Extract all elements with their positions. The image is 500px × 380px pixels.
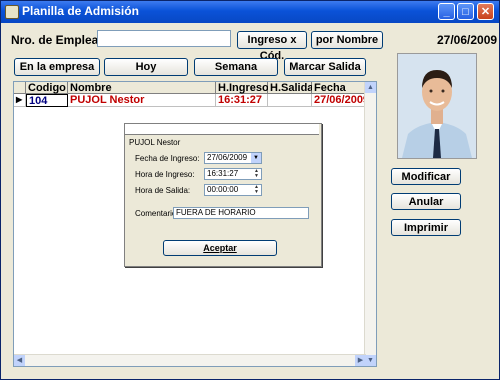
- anular-button[interactable]: Anular: [391, 193, 461, 210]
- scroll-up-icon[interactable]: ▲: [365, 82, 376, 93]
- hora-salida-value: 00:00:00: [207, 185, 239, 194]
- table-cell-h-ingreso[interactable]: 16:31:27: [216, 94, 268, 107]
- edit-entry-dialog: PUJOL Nestor Fecha de Ingreso: 27/06/200…: [124, 123, 322, 267]
- dialog-employee-name: PUJOL Nestor: [129, 138, 181, 147]
- filter-hoy-button[interactable]: Hoy: [104, 58, 188, 76]
- por-nombre-button[interactable]: por Nombre: [311, 31, 383, 49]
- maximize-icon[interactable]: □: [457, 3, 474, 20]
- imprimir-button[interactable]: Imprimir: [391, 219, 461, 236]
- hora-ingreso-field[interactable]: 16:31:27 ▲ ▼: [204, 168, 262, 180]
- column-header-h-ingreso[interactable]: H.Ingreso: [216, 82, 269, 94]
- aceptar-button[interactable]: Aceptar: [163, 240, 277, 256]
- row-selector-header: [14, 82, 26, 94]
- ingreso-por-codigo-button[interactable]: Ingreso x Cód.: [237, 31, 307, 62]
- modificar-button[interactable]: Modificar: [391, 168, 461, 185]
- hora-ingreso-value: 16:31:27: [207, 169, 239, 178]
- fecha-ingreso-label: Fecha de Ingreso:: [135, 154, 200, 163]
- spin-down-icon[interactable]: ▼: [252, 174, 261, 179]
- table-cell-nombre[interactable]: PUJOL Nestor: [68, 94, 216, 107]
- filter-en-la-empresa-button[interactable]: En la empresa: [14, 58, 100, 76]
- employee-photo: [397, 53, 477, 159]
- hora-ingreso-label: Hora de Ingreso:: [135, 170, 195, 179]
- scroll-left-icon[interactable]: ◀: [14, 355, 25, 366]
- hora-salida-label: Hora de Salida:: [135, 186, 191, 195]
- horizontal-scrollbar[interactable]: ◀ ▶: [14, 354, 366, 366]
- fecha-ingreso-value: 27/06/2009: [207, 153, 248, 162]
- hora-salida-field[interactable]: 00:00:00 ▲ ▼: [204, 184, 262, 196]
- current-date: 27/06/2009: [437, 33, 498, 47]
- filter-semana-button[interactable]: Semana: [194, 58, 278, 76]
- chevron-down-icon[interactable]: ▼: [251, 153, 261, 163]
- table-cell-codigo[interactable]: 104: [26, 94, 68, 107]
- comentario-input[interactable]: FUERA DE HORARIO: [173, 207, 309, 219]
- table-cell-h-salida[interactable]: [268, 94, 312, 107]
- column-header-nombre[interactable]: Nombre: [68, 82, 216, 94]
- close-icon[interactable]: ✕: [477, 3, 494, 20]
- app-window: Planilla de Admisión _ □ ✕ Nro. de Emple…: [0, 0, 500, 380]
- current-row-indicator: ▶: [14, 94, 26, 107]
- title-bar[interactable]: Planilla de Admisión _ □ ✕: [1, 1, 499, 23]
- window-title: Planilla de Admisión: [22, 4, 139, 18]
- employee-portrait-image: [398, 54, 476, 158]
- vertical-scrollbar[interactable]: ▲ ▼: [364, 82, 376, 366]
- table-cell-fecha[interactable]: 27/06/2009: [312, 94, 369, 107]
- column-header-fecha[interactable]: Fecha: [312, 82, 366, 94]
- scroll-down-icon[interactable]: ▼: [365, 355, 376, 366]
- minimize-icon[interactable]: _: [438, 3, 455, 20]
- spin-down-icon[interactable]: ▼: [252, 190, 261, 195]
- marcar-salida-button[interactable]: Marcar Salida: [284, 58, 366, 76]
- column-header-codigo[interactable]: Codigo: [26, 82, 68, 94]
- dialog-title-bar: [125, 124, 319, 135]
- scroll-right-icon[interactable]: ▶: [355, 355, 366, 366]
- fecha-ingreso-picker[interactable]: 27/06/2009 ▼: [204, 152, 262, 164]
- app-icon: [5, 5, 19, 19]
- column-header-h-salida[interactable]: H.Salida: [268, 82, 313, 94]
- employee-number-input[interactable]: [97, 30, 231, 47]
